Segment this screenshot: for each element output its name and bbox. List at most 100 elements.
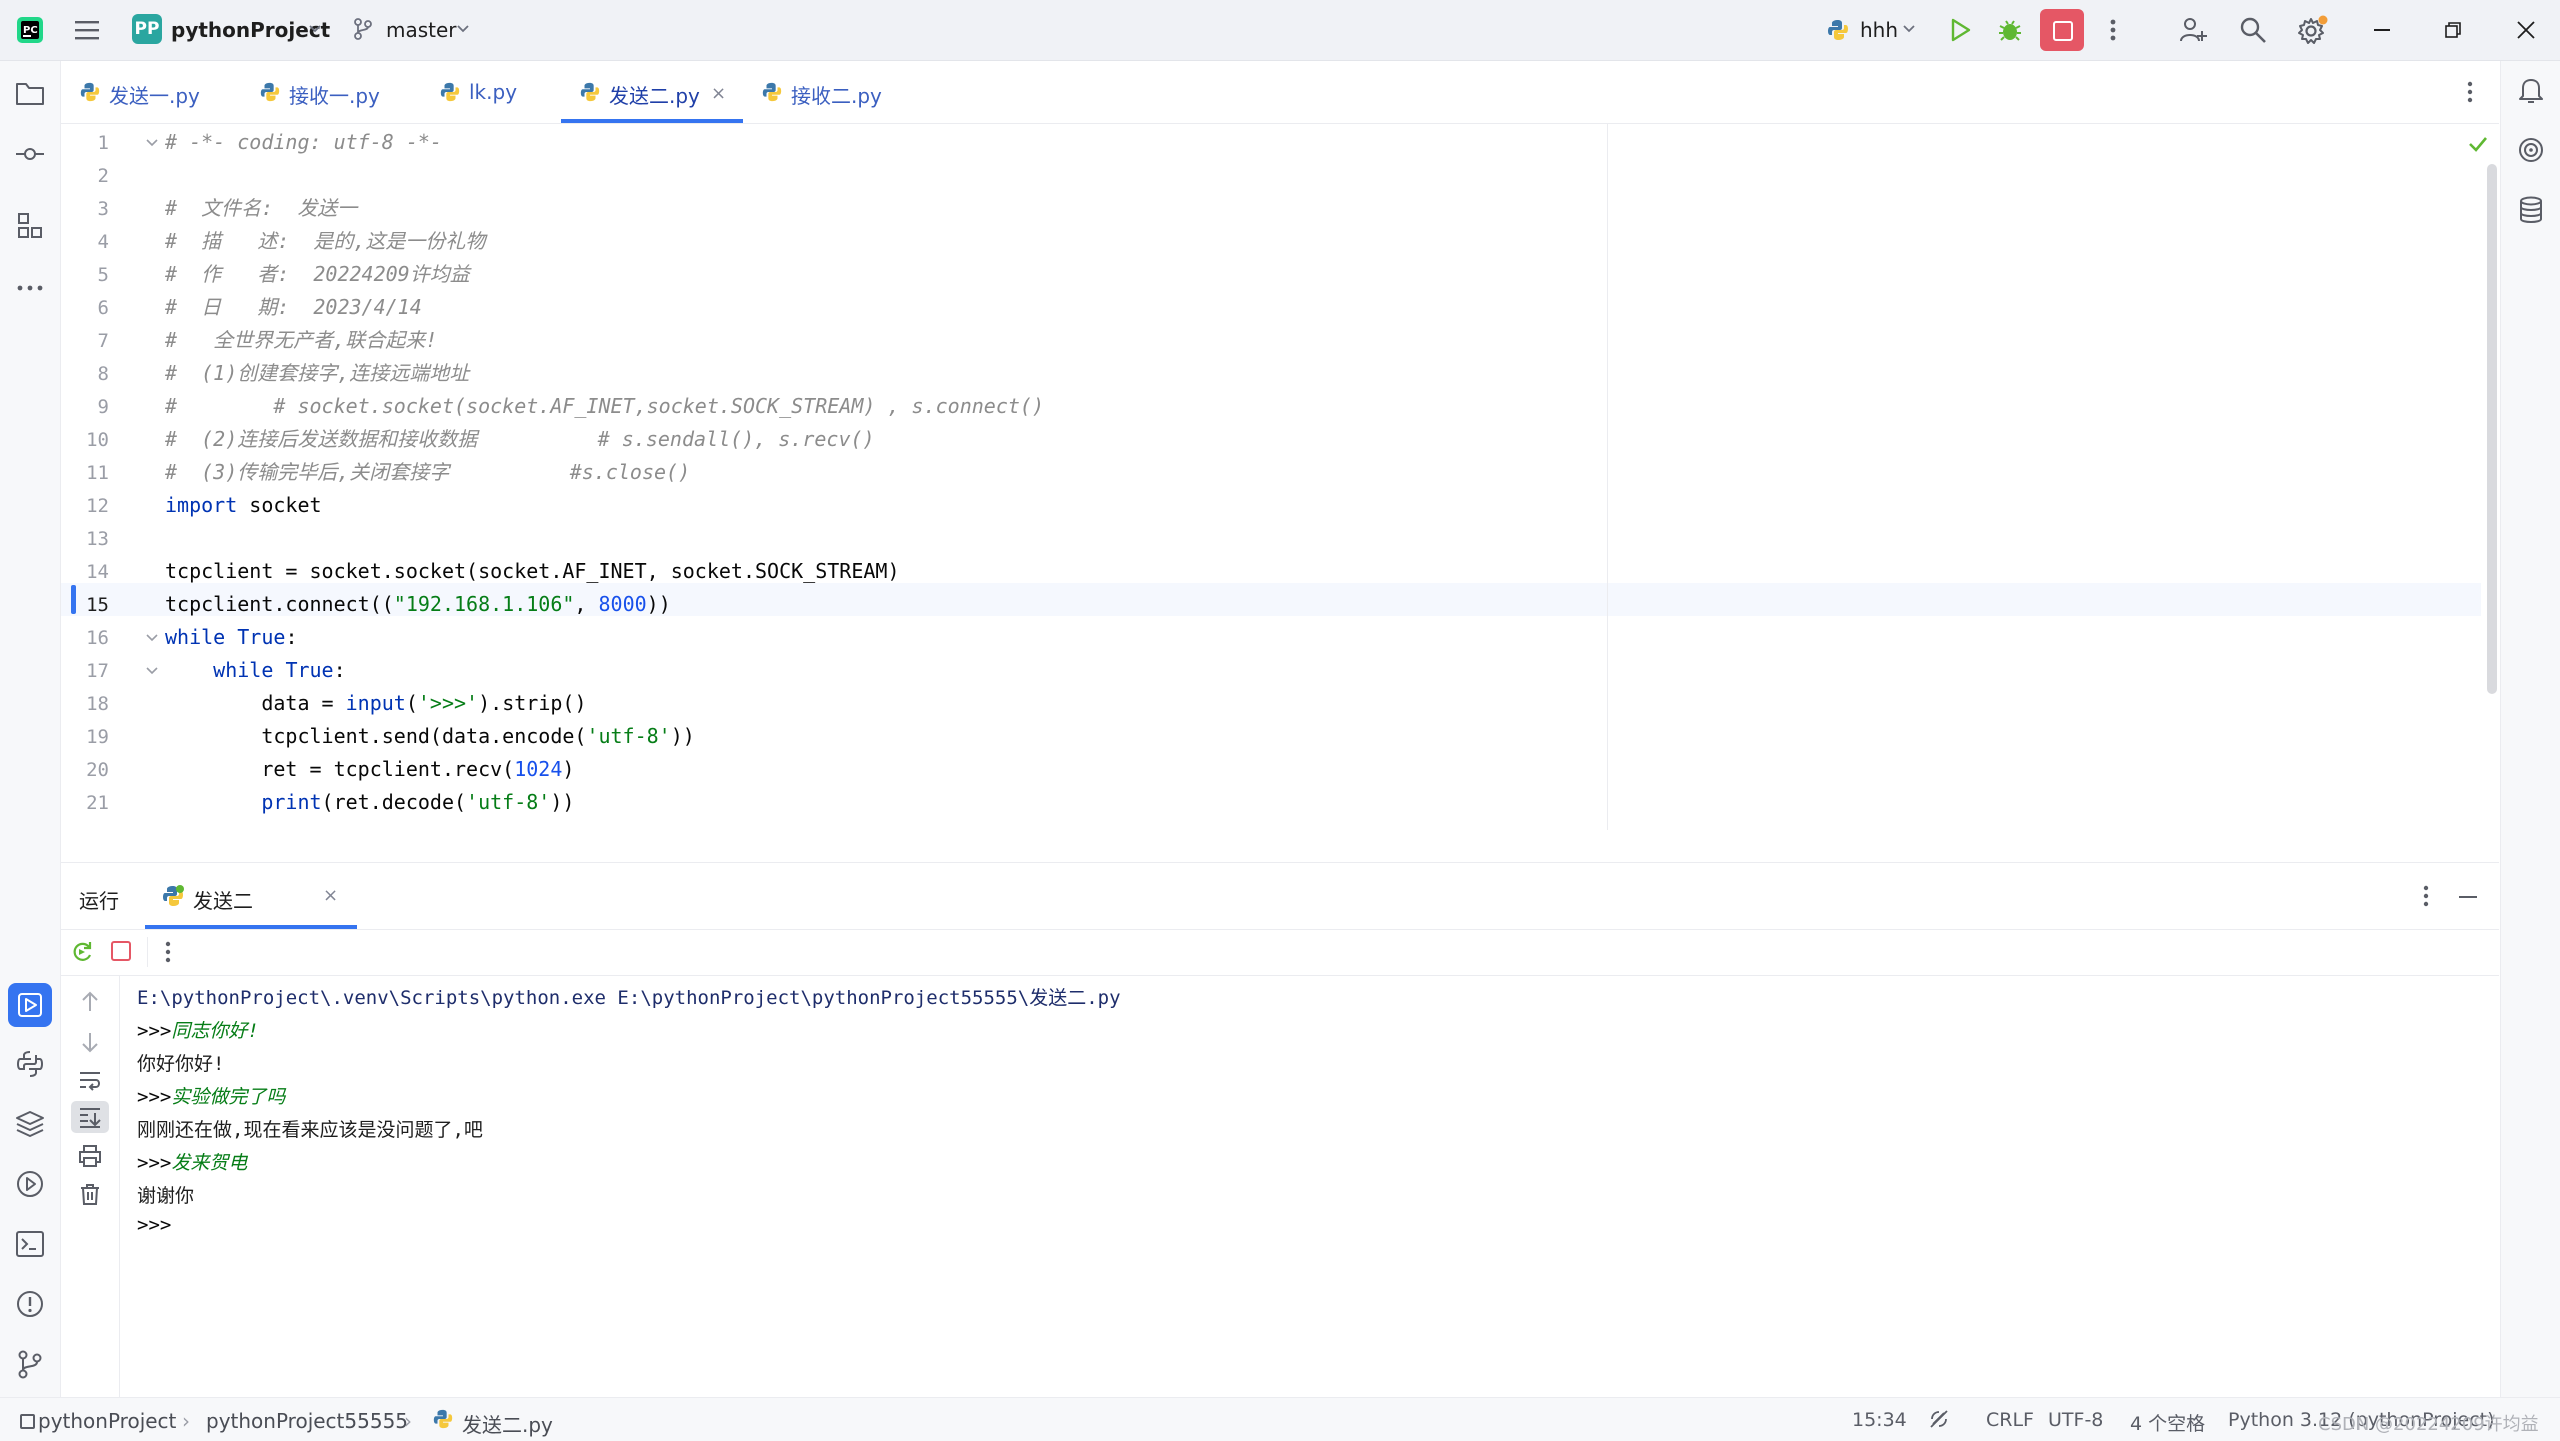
run-tool-button[interactable]	[8, 983, 52, 1027]
code-line[interactable]: print(ret.decode('utf-8'))	[165, 786, 574, 819]
code-line[interactable]: data = input('>>>').strip()	[165, 687, 586, 720]
caret-position[interactable]: 15:34	[1852, 1409, 1907, 1431]
tab-jieshou-er[interactable]: 接收二.py	[743, 61, 923, 123]
line-number: 18	[86, 693, 109, 715]
python-run-icon	[163, 885, 184, 906]
code-line[interactable]: import socket	[165, 489, 322, 522]
svg-text:PC: PC	[23, 25, 38, 36]
terminal-icon[interactable]	[14, 1229, 46, 1259]
python-console-icon[interactable]	[14, 1049, 46, 1079]
code-line[interactable]: tcpclient.send(data.encode('utf-8'))	[165, 720, 695, 753]
tab-label: 发送一.py	[109, 84, 200, 108]
python-file-icon	[260, 82, 280, 102]
fold-chevron-icon[interactable]	[145, 664, 159, 678]
no-problems-check-icon[interactable]	[2467, 134, 2489, 158]
code-line[interactable]: ret = tcpclient.recv(1024)	[165, 753, 574, 786]
main-menu-icon[interactable]	[74, 18, 100, 42]
commit-icon[interactable]	[14, 139, 46, 169]
tab-close-icon[interactable]: ×	[711, 83, 726, 104]
code-line[interactable]: # (2)连接后发送数据和接收数据 # s.sendall(), s.recv(…	[165, 423, 875, 456]
chevron-down-icon[interactable]	[1902, 22, 1916, 36]
chevron-down-icon[interactable]	[456, 22, 470, 36]
scroll-to-end-toggle[interactable]	[71, 1101, 109, 1133]
code-line[interactable]: # (1)创建套接字,连接远端地址	[165, 357, 469, 390]
minimize-button[interactable]	[2374, 29, 2390, 31]
tab-jieshou-yi[interactable]: 接收一.py	[241, 61, 421, 123]
ai-assistant-icon[interactable]	[2517, 135, 2545, 165]
close-window-button[interactable]	[2516, 20, 2536, 40]
code-line[interactable]: tcpclient = socket.socket(socket.AF_INET…	[165, 555, 900, 588]
code-editor[interactable]: 1 2 3 4 5 6 7 8 9 10 11 12 13 14 15 16 17 18 19 20 21 # -*- …	[61, 124, 2499, 830]
stop-button[interactable]	[2040, 9, 2084, 51]
hide-panel-button[interactable]	[2459, 896, 2477, 898]
breadcrumb-folder[interactable]: pythonProject55555	[206, 1409, 408, 1433]
services-icon[interactable]	[14, 1169, 46, 1199]
run-toolbar-more-icon[interactable]	[163, 939, 173, 969]
python-file-icon	[433, 1409, 453, 1429]
code-line[interactable]: # # socket.socket(socket.AF_INET,socket.…	[165, 390, 1044, 423]
code-line[interactable]: # 全世界无产者,联合起来!	[165, 324, 437, 357]
run-panel-header: 运行 发送二 ×	[61, 863, 2499, 930]
code-line[interactable]: while True:	[165, 621, 297, 654]
more-actions-icon[interactable]	[2108, 16, 2118, 44]
project-badge[interactable]: PP	[132, 14, 162, 44]
print-icon[interactable]	[77, 1143, 103, 1169]
no-insights-icon[interactable]	[1928, 1408, 1950, 1430]
stop-process-icon[interactable]	[111, 941, 131, 961]
tab-label: 接收二.py	[791, 84, 882, 108]
file-encoding[interactable]: UTF-8	[2048, 1409, 2103, 1431]
restore-button[interactable]	[2444, 21, 2462, 39]
structure-icon[interactable]	[14, 211, 46, 241]
code-line[interactable]: tcpclient.connect(("192.168.1.106", 8000…	[165, 588, 671, 621]
version-control-icon[interactable]	[14, 1349, 46, 1379]
branch-name[interactable]: master	[386, 18, 457, 42]
breadcrumb-project[interactable]: pythonProject	[38, 1409, 176, 1433]
code-line[interactable]: # 文件名: 发送一	[165, 192, 357, 225]
right-margin-guide	[1607, 124, 1608, 830]
pycharm-logo-icon[interactable]: PC	[16, 16, 44, 44]
fold-chevron-icon[interactable]	[145, 631, 159, 645]
run-tab-close-icon[interactable]: ×	[323, 885, 338, 906]
code-line[interactable]: # 作 者: 20224209许均益	[165, 258, 470, 291]
fold-chevron-icon[interactable]	[145, 136, 159, 150]
scroll-down-icon[interactable]	[77, 1029, 103, 1055]
debug-button[interactable]	[1996, 16, 2024, 44]
editor-scrollbar[interactable]	[2487, 164, 2497, 694]
add-user-icon[interactable]	[2178, 15, 2208, 45]
code-line[interactable]: # 日 期: 2023/4/14	[165, 291, 422, 324]
tab-fasong-er[interactable]: 发送二.py ×	[561, 61, 743, 123]
code-line[interactable]: while True:	[165, 654, 345, 687]
soft-wrap-icon[interactable]	[77, 1067, 103, 1093]
python-config-icon	[1826, 18, 1850, 42]
problems-icon[interactable]	[14, 1289, 46, 1319]
more-tools-icon[interactable]	[14, 273, 46, 303]
tab-fasong-yi[interactable]: 发送一.py	[61, 61, 241, 123]
search-icon[interactable]	[2238, 15, 2268, 45]
chevron-down-icon[interactable]	[308, 22, 322, 36]
run-tab-fasong-er[interactable]: 发送二 ×	[145, 863, 357, 929]
run-button[interactable]	[1946, 16, 1974, 44]
settings-gear-icon[interactable]	[2296, 14, 2328, 46]
indent-setting[interactable]: 4 个空格	[2130, 1409, 2205, 1436]
tab-lk[interactable]: lk.py	[421, 61, 561, 123]
run-panel-options-icon[interactable]	[2421, 883, 2431, 913]
code-line[interactable]: # -*- coding: utf-8 -*-	[165, 126, 442, 159]
rerun-icon[interactable]	[69, 939, 95, 969]
run-config-name[interactable]: hhh	[1860, 18, 1898, 42]
line-number: 4	[97, 231, 109, 253]
clear-all-trash-icon[interactable]	[77, 1181, 103, 1207]
scroll-up-icon[interactable]	[77, 989, 103, 1015]
project-folder-icon[interactable]	[14, 79, 46, 109]
console-output-line: 你好你好!	[137, 1053, 225, 1075]
code-line[interactable]: # 描 述: 是的,这是一份礼物	[165, 225, 485, 258]
code-line[interactable]: # (3)传输完毕后,关闭套接字 #s.close()	[165, 456, 690, 489]
project-name[interactable]: pythonProject	[171, 18, 330, 42]
line-ending[interactable]: CRLF	[1986, 1409, 2034, 1431]
breadcrumb-file[interactable]: 发送二.py	[462, 1409, 553, 1438]
python-packages-icon[interactable]	[14, 1109, 46, 1139]
line-number: 21	[86, 792, 109, 814]
notifications-icon[interactable]	[2517, 75, 2545, 105]
database-icon[interactable]	[2517, 195, 2545, 225]
title-bar: PC PP pythonProject master hhh	[0, 0, 2560, 61]
tabs-more-icon[interactable]	[2465, 79, 2475, 109]
